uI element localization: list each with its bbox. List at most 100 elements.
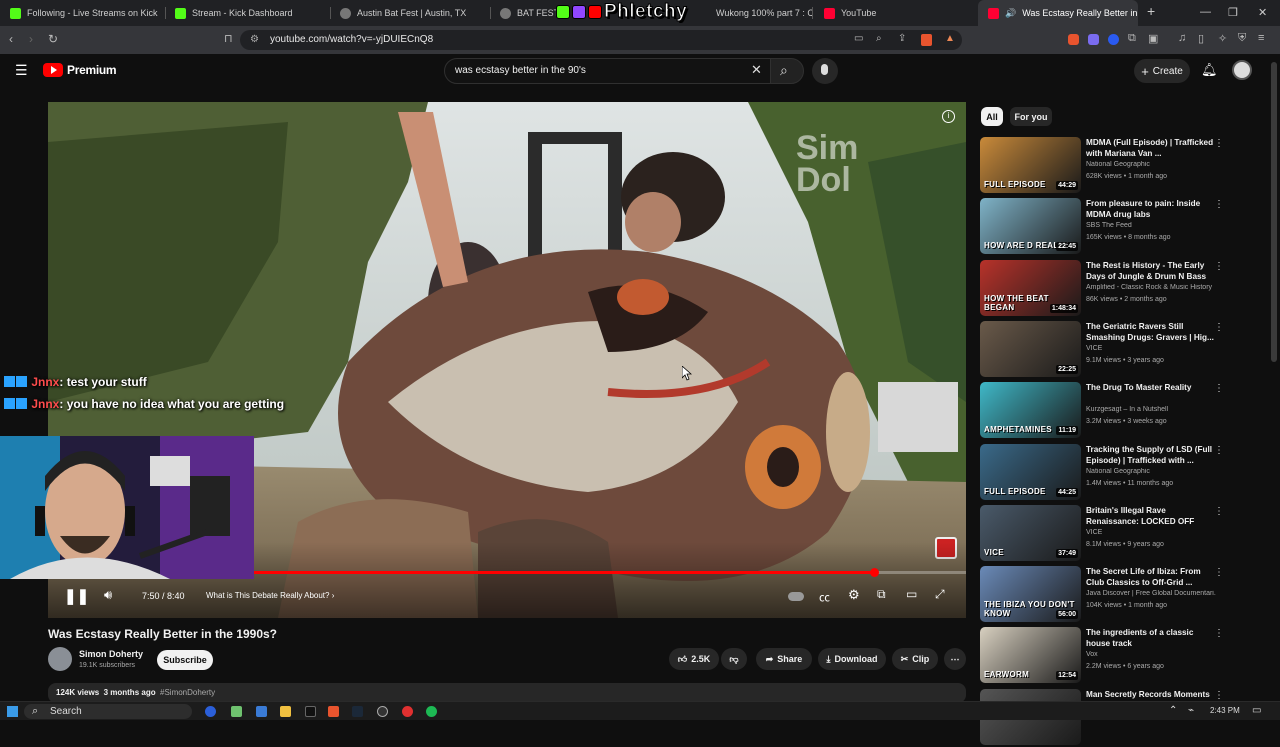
reload-icon[interactable]: ↻ (48, 32, 58, 46)
recommended-video-title[interactable]: From pleasure to pain: Inside MDMA drug … (1086, 198, 1214, 220)
back-icon[interactable]: ‹ (9, 32, 13, 46)
recommended-video[interactable]: 22:25 The Geriatric Ravers Still Smashing… (980, 320, 1225, 379)
site-info-icon[interactable]: ⚙ (250, 34, 259, 45)
notification-center-icon[interactable]: ▭ (1252, 705, 1261, 716)
recommended-video[interactable]: VICE 37:49 Britain's Illegal Rave Renaissa… (980, 504, 1225, 563)
recommended-video-title[interactable]: The Rest is History - The Early Days of … (1086, 260, 1214, 282)
dislike-button[interactable]: 👎︎ (721, 648, 747, 670)
recommended-video-title[interactable]: The ingredients of a classic house track (1086, 627, 1214, 649)
taskbar-app-icon[interactable] (256, 706, 267, 717)
channel-avatar[interactable] (48, 647, 72, 671)
brave-shields-icon[interactable] (921, 34, 932, 46)
restore-icon[interactable]: ❐ (1228, 6, 1238, 19)
bookmark-icon[interactable]: ⊓ (224, 32, 233, 45)
video-thumbnail[interactable]: AMPHETAMINES 11:19 (980, 382, 1081, 439)
extensions-puzzle-icon[interactable]: ⧉ (1128, 32, 1136, 45)
extension-icon[interactable] (1108, 34, 1119, 45)
more-vertical-icon[interactable]: ⋮ (1214, 383, 1224, 394)
browser-tab[interactable]: Austin Bat Fest | Austin, TX (330, 0, 490, 26)
more-vertical-icon[interactable]: ⋮ (1214, 138, 1224, 149)
cast-icon[interactable]: ▭ (854, 33, 863, 44)
video-thumbnail[interactable]: HOW ARE D REALLY 22:45 (980, 198, 1081, 255)
recommended-channel-name[interactable]: Amplified - Classic Rock & Music History (1086, 284, 1216, 291)
forward-icon[interactable]: › (29, 32, 33, 46)
recommended-video-title[interactable]: Man Secretly Records Moments (1086, 689, 1214, 700)
more-vertical-icon[interactable]: ⋮ (1214, 322, 1224, 333)
more-vertical-icon[interactable]: ⋮ (1214, 445, 1224, 456)
taskbar-app-icon[interactable] (231, 706, 242, 717)
recommended-channel-name[interactable]: Kurzgesagt – In a Nutshell (1086, 406, 1216, 413)
video-thumbnail[interactable]: THE IBIZA YOU DON'T KNOW 56:00 (980, 566, 1081, 623)
video-thumbnail[interactable]: HOW THE BEAT BEGAN 1:48:34 (980, 259, 1081, 316)
tray-overflow-icon[interactable]: ⌃ (1169, 705, 1177, 716)
more-vertical-icon[interactable]: ⋮ (1214, 690, 1224, 701)
browser-tab[interactable]: Following - Live Streams on Kick (0, 0, 165, 26)
obs-icon[interactable] (377, 706, 388, 717)
audio-playing-icon[interactable]: 🔊 (1005, 8, 1016, 19)
page-scrollbar[interactable] (1271, 62, 1277, 362)
theater-mode-icon[interactable]: ▭ (906, 587, 917, 601)
miniplayer-icon[interactable]: ⧉ (877, 587, 886, 602)
share-page-icon[interactable]: ⇪ (898, 33, 906, 44)
like-button[interactable]: 👍︎ 2.5K (669, 648, 719, 670)
description-box[interactable]: 124K views 3 months ago #SimonDoherty (48, 683, 966, 703)
new-tab-icon[interactable]: + (1147, 3, 1155, 19)
search-button[interactable]: ⌕ (770, 58, 804, 84)
vpn-icon[interactable]: ⛨ (1238, 32, 1246, 45)
recommended-video[interactable]: THE IBIZA YOU DON'T KNOW 56:00 The Secret … (980, 566, 1225, 624)
more-vertical-icon[interactable]: ⋮ (1214, 567, 1224, 578)
info-icon[interactable]: i (942, 110, 955, 123)
recommended-video[interactable]: FULL EPISODE 44:29 MDMA (Full Episode) | T… (980, 137, 1225, 195)
extension-icon[interactable] (1068, 34, 1079, 45)
clip-button[interactable]: ✂ Clip (892, 648, 938, 670)
taskbar-app-icon[interactable] (305, 706, 316, 717)
recommended-video[interactable]: AMPHETAMINES 11:19 The Drug To Master Real… (980, 382, 1225, 440)
spotify-icon[interactable] (426, 706, 437, 717)
recommended-video-title[interactable]: Tracking the Supply of LSD (Full Episode… (1086, 444, 1214, 466)
more-vertical-icon[interactable]: ⋮ (1214, 261, 1224, 272)
zoom-icon[interactable]: ⌕ (876, 33, 882, 44)
file-explorer-icon[interactable] (280, 706, 291, 717)
recommended-channel-name[interactable]: Vox (1086, 651, 1216, 658)
chapter-title[interactable]: What is This Debate Really About? › (206, 591, 334, 600)
taskbar-app-icon[interactable] (402, 706, 413, 717)
voice-search-button[interactable] (812, 58, 838, 84)
settings-gear-icon[interactable]: ⚙ (848, 587, 860, 603)
windows-start-icon[interactable] (7, 706, 18, 717)
more-vertical-icon[interactable]: ⋮ (1214, 628, 1224, 639)
recommended-channel-name[interactable]: National Geographic (1086, 468, 1216, 475)
volume-icon[interactable]: 🔊︎ (104, 587, 112, 603)
recommended-channel-name[interactable]: SBS The Feed (1086, 222, 1216, 229)
browser-tab[interactable]: BAT FEST 20 (490, 0, 562, 26)
chip-for-you[interactable]: For you (1010, 107, 1052, 126)
minimize-icon[interactable]: — (1200, 6, 1211, 18)
steam-icon[interactable] (352, 706, 363, 717)
wallet-icon[interactable]: ▣ (1148, 32, 1158, 45)
taskbar-search[interactable]: ⌕ Search (24, 704, 192, 719)
fullscreen-icon[interactable]: ⤢ (935, 587, 945, 602)
recommended-channel-name[interactable]: VICE (1086, 345, 1216, 352)
share-button[interactable]: ➦ Share (756, 648, 812, 670)
chip-all[interactable]: All (981, 107, 1003, 126)
browser-tab-active[interactable]: 🔊 Was Ecstasy Really Better in ✕ (978, 0, 1138, 26)
pause-icon[interactable]: ❚❚ (64, 587, 89, 605)
recommended-video[interactable]: HOW ARE D REALLY 22:45 From pleasure to pa… (980, 198, 1225, 256)
browser-tab[interactable]: YouTube (814, 0, 974, 26)
leo-ai-icon[interactable]: ✧ (1218, 32, 1227, 45)
hamburger-menu-icon[interactable]: ☰ (15, 62, 28, 79)
taskbar-app-icon[interactable] (205, 706, 216, 717)
browser-tab[interactable]: Stream - Kick Dashboard (165, 0, 330, 26)
recommended-channel-name[interactable]: National Geographic (1086, 161, 1216, 168)
notifications-bell-icon[interactable]: 🔔︎ (1201, 62, 1218, 78)
close-window-icon[interactable]: ✕ (1258, 6, 1267, 19)
autoplay-toggle[interactable] (788, 592, 804, 601)
clock-time[interactable]: 2:43 PM (1210, 706, 1240, 715)
recommended-video-title[interactable]: The Geriatric Ravers Still Smashing Drug… (1086, 321, 1214, 343)
address-bar[interactable]: ⚙ youtube.com/watch?v=-yjDUIECnQ8 ▭ ⌕ ⇪ … (240, 30, 962, 50)
recommended-video[interactable]: EARWORM 12:54 The ingredients of a classic… (980, 627, 1225, 685)
video-thumbnail[interactable]: 22:25 (980, 320, 1081, 377)
recommended-video-title[interactable]: The Secret Life of Ibiza: From Club Clas… (1086, 566, 1214, 588)
search-input[interactable]: was ecstasy better in the 90's ✕ (444, 58, 774, 84)
more-vertical-icon[interactable]: ⋮ (1214, 199, 1224, 210)
recommended-video-title[interactable]: Britain's Illegal Rave Renaissance: LOCK… (1086, 505, 1214, 527)
